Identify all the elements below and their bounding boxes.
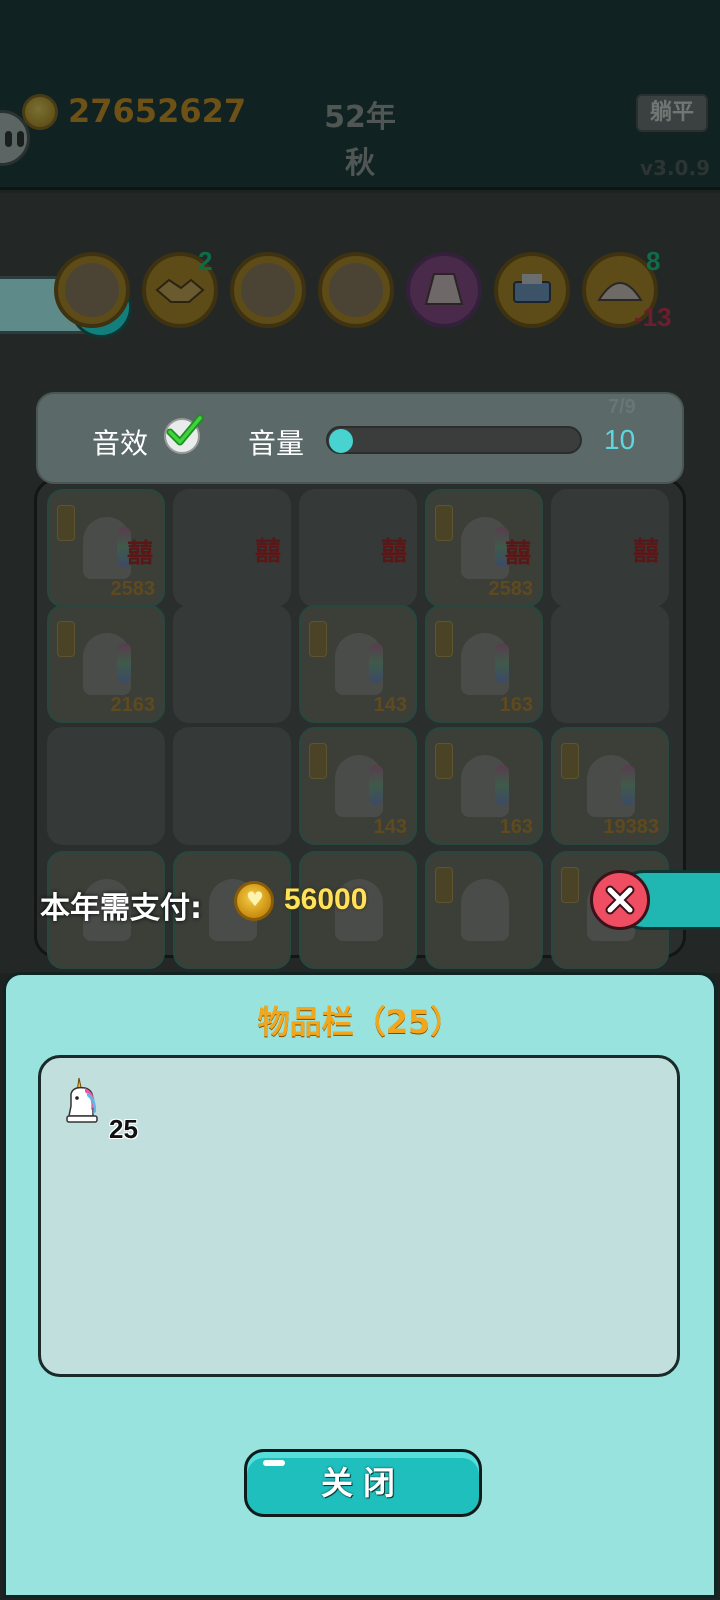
board-cell[interactable] xyxy=(173,727,291,845)
version-label: v3.0.9 xyxy=(640,156,710,180)
close-x-button[interactable] xyxy=(590,870,650,930)
board-cell[interactable]: 2163 xyxy=(47,605,165,723)
shop-slot-unicorn-b[interactable] xyxy=(318,252,394,328)
unicorn-icon xyxy=(329,263,383,317)
board-cell[interactable]: 163 xyxy=(425,605,543,723)
tag-icon xyxy=(309,621,327,657)
board-cell[interactable]: 囍 xyxy=(551,489,669,607)
board-cell[interactable]: 143 xyxy=(299,727,417,845)
skirt-icon xyxy=(424,273,464,305)
tag-icon xyxy=(561,867,579,903)
checkmark-icon xyxy=(166,414,204,446)
board-cell[interactable]: 143 xyxy=(299,605,417,723)
board-cell[interactable] xyxy=(47,727,165,845)
year-label: 52年 xyxy=(324,100,396,135)
volume-label: 音量 xyxy=(248,427,305,460)
board-cell[interactable] xyxy=(425,851,543,969)
double-happiness-icon: 囍 xyxy=(254,537,281,567)
tag-icon xyxy=(57,505,75,541)
handshake-count-badge: 2 xyxy=(198,246,213,276)
printer-icon xyxy=(513,274,551,303)
shell-delta-badge: -13 xyxy=(634,302,672,332)
tag-icon xyxy=(435,505,453,541)
volume-value: 10 xyxy=(604,424,636,455)
board-cell[interactable]: 163 xyxy=(425,727,543,845)
tag-icon xyxy=(435,621,453,657)
inventory-panel: 物品栏（25） 25 关闭 xyxy=(3,972,717,1598)
double-happiness-icon: 囍 xyxy=(126,539,153,569)
unicorn-icon xyxy=(461,879,509,941)
inventory-item-count: 25 xyxy=(109,1114,138,1144)
inventory-title: 物品栏（25） xyxy=(257,1003,463,1041)
mane-decoration xyxy=(495,765,509,805)
shop-slot-unicorn-a[interactable] xyxy=(230,252,306,328)
money-counter: 27652627 xyxy=(68,92,247,130)
mane-decoration xyxy=(369,765,383,805)
cell-value: 143 xyxy=(373,816,407,838)
season-label: 秋 xyxy=(345,146,375,181)
tag-icon xyxy=(435,867,453,903)
tag-icon xyxy=(561,743,579,779)
shop-slot-skirt[interactable] xyxy=(406,252,482,328)
volume-slider[interactable] xyxy=(326,426,582,454)
board-cell[interactable]: 19383 xyxy=(551,727,669,845)
mane-decoration xyxy=(495,643,509,683)
double-happiness-icon: 囍 xyxy=(380,537,407,567)
sound-effect-label: 音效 xyxy=(92,427,149,460)
shop-slot-1[interactable] xyxy=(54,252,130,328)
mane-decoration xyxy=(369,643,383,683)
annual-payment-label: 本年需支付: xyxy=(40,891,202,926)
annual-payment-amount: 56000 xyxy=(284,883,368,916)
cell-value: 163 xyxy=(499,816,533,838)
double-happiness-icon: 囍 xyxy=(504,539,531,569)
lie-flat-button[interactable]: 躺平 xyxy=(636,94,708,132)
shop-slot-printer[interactable] xyxy=(494,252,570,328)
board-cell[interactable]: 囍 xyxy=(299,489,417,607)
board-cell[interactable] xyxy=(173,605,291,723)
board-cell[interactable]: 囍 xyxy=(173,489,291,607)
close-button[interactable]: 关闭 xyxy=(244,1449,482,1517)
tag-icon xyxy=(57,621,75,657)
coin-icon xyxy=(22,94,58,130)
sound-effect-checkbox[interactable] xyxy=(164,414,204,454)
cell-value: 143 xyxy=(373,694,407,716)
cell-value: 2583 xyxy=(110,578,156,600)
board-cell[interactable]: 囍 2583 xyxy=(425,489,543,607)
heart-coin-icon xyxy=(234,881,274,921)
cell-value: 2163 xyxy=(110,694,156,716)
cell-value: 2583 xyxy=(488,578,534,600)
double-happiness-icon: 囍 xyxy=(632,537,659,567)
tag-icon xyxy=(309,743,327,779)
tag-icon xyxy=(435,743,453,779)
inventory-grid: 25 xyxy=(38,1055,680,1377)
cell-value: 163 xyxy=(499,694,533,716)
volume-slider-handle[interactable] xyxy=(329,429,353,453)
shell-count-badge: 8 xyxy=(646,246,661,276)
board-cell[interactable] xyxy=(551,605,669,723)
mane-decoration xyxy=(117,643,131,683)
top-bar: 27652627 52年 秋 躺平 v3.0.9 xyxy=(0,0,720,190)
unicorn-icon xyxy=(66,1077,98,1123)
board-cell[interactable]: 囍 2583 xyxy=(47,489,165,607)
page-indicator: 7/9 xyxy=(608,396,636,418)
mane-decoration xyxy=(621,765,635,805)
inventory-item[interactable]: 25 xyxy=(63,1076,138,1146)
cell-value: 19383 xyxy=(603,816,659,838)
close-icon xyxy=(605,885,635,915)
shop-item-icon xyxy=(65,263,119,317)
unicorn-icon xyxy=(241,263,295,317)
settings-panel: 7/9 音效 音量 10 xyxy=(36,392,684,484)
